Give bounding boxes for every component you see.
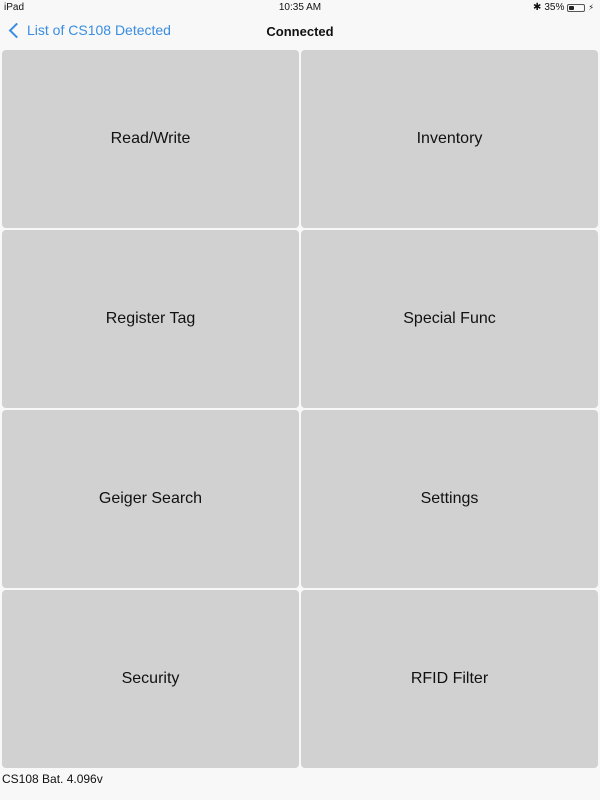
reader-battery-status: CS108 Bat. 4.096v [2,772,103,786]
special-func-button[interactable]: Special Func [301,230,598,408]
bluetooth-icon: ✱ [532,2,542,13]
geiger-search-button[interactable]: Geiger Search [2,410,299,588]
charging-icon: ⚡ [588,3,594,12]
page-title: Connected [266,24,334,39]
status-indicators: ✱ 35% ⚡ [533,2,594,13]
register-tag-button[interactable]: Register Tag [2,230,299,408]
read-write-button[interactable]: Read/Write [2,50,299,228]
security-button[interactable]: Security [2,590,299,768]
battery-percent: 35% [544,2,565,13]
function-grid: Read/Write Inventory Register Tag Specia… [2,50,598,768]
status-bar: iPad 10:35 AM ✱ 35% ⚡ [0,0,600,16]
battery-fill [569,5,575,10]
status-time: 10:35 AM [278,2,322,13]
settings-button[interactable]: Settings [301,410,598,588]
navigation-bar: List of CS108 Detected Connected [0,16,600,48]
rfid-filter-button[interactable]: RFID Filter [301,590,598,768]
inventory-button[interactable]: Inventory [301,50,598,228]
battery-icon [567,3,586,12]
